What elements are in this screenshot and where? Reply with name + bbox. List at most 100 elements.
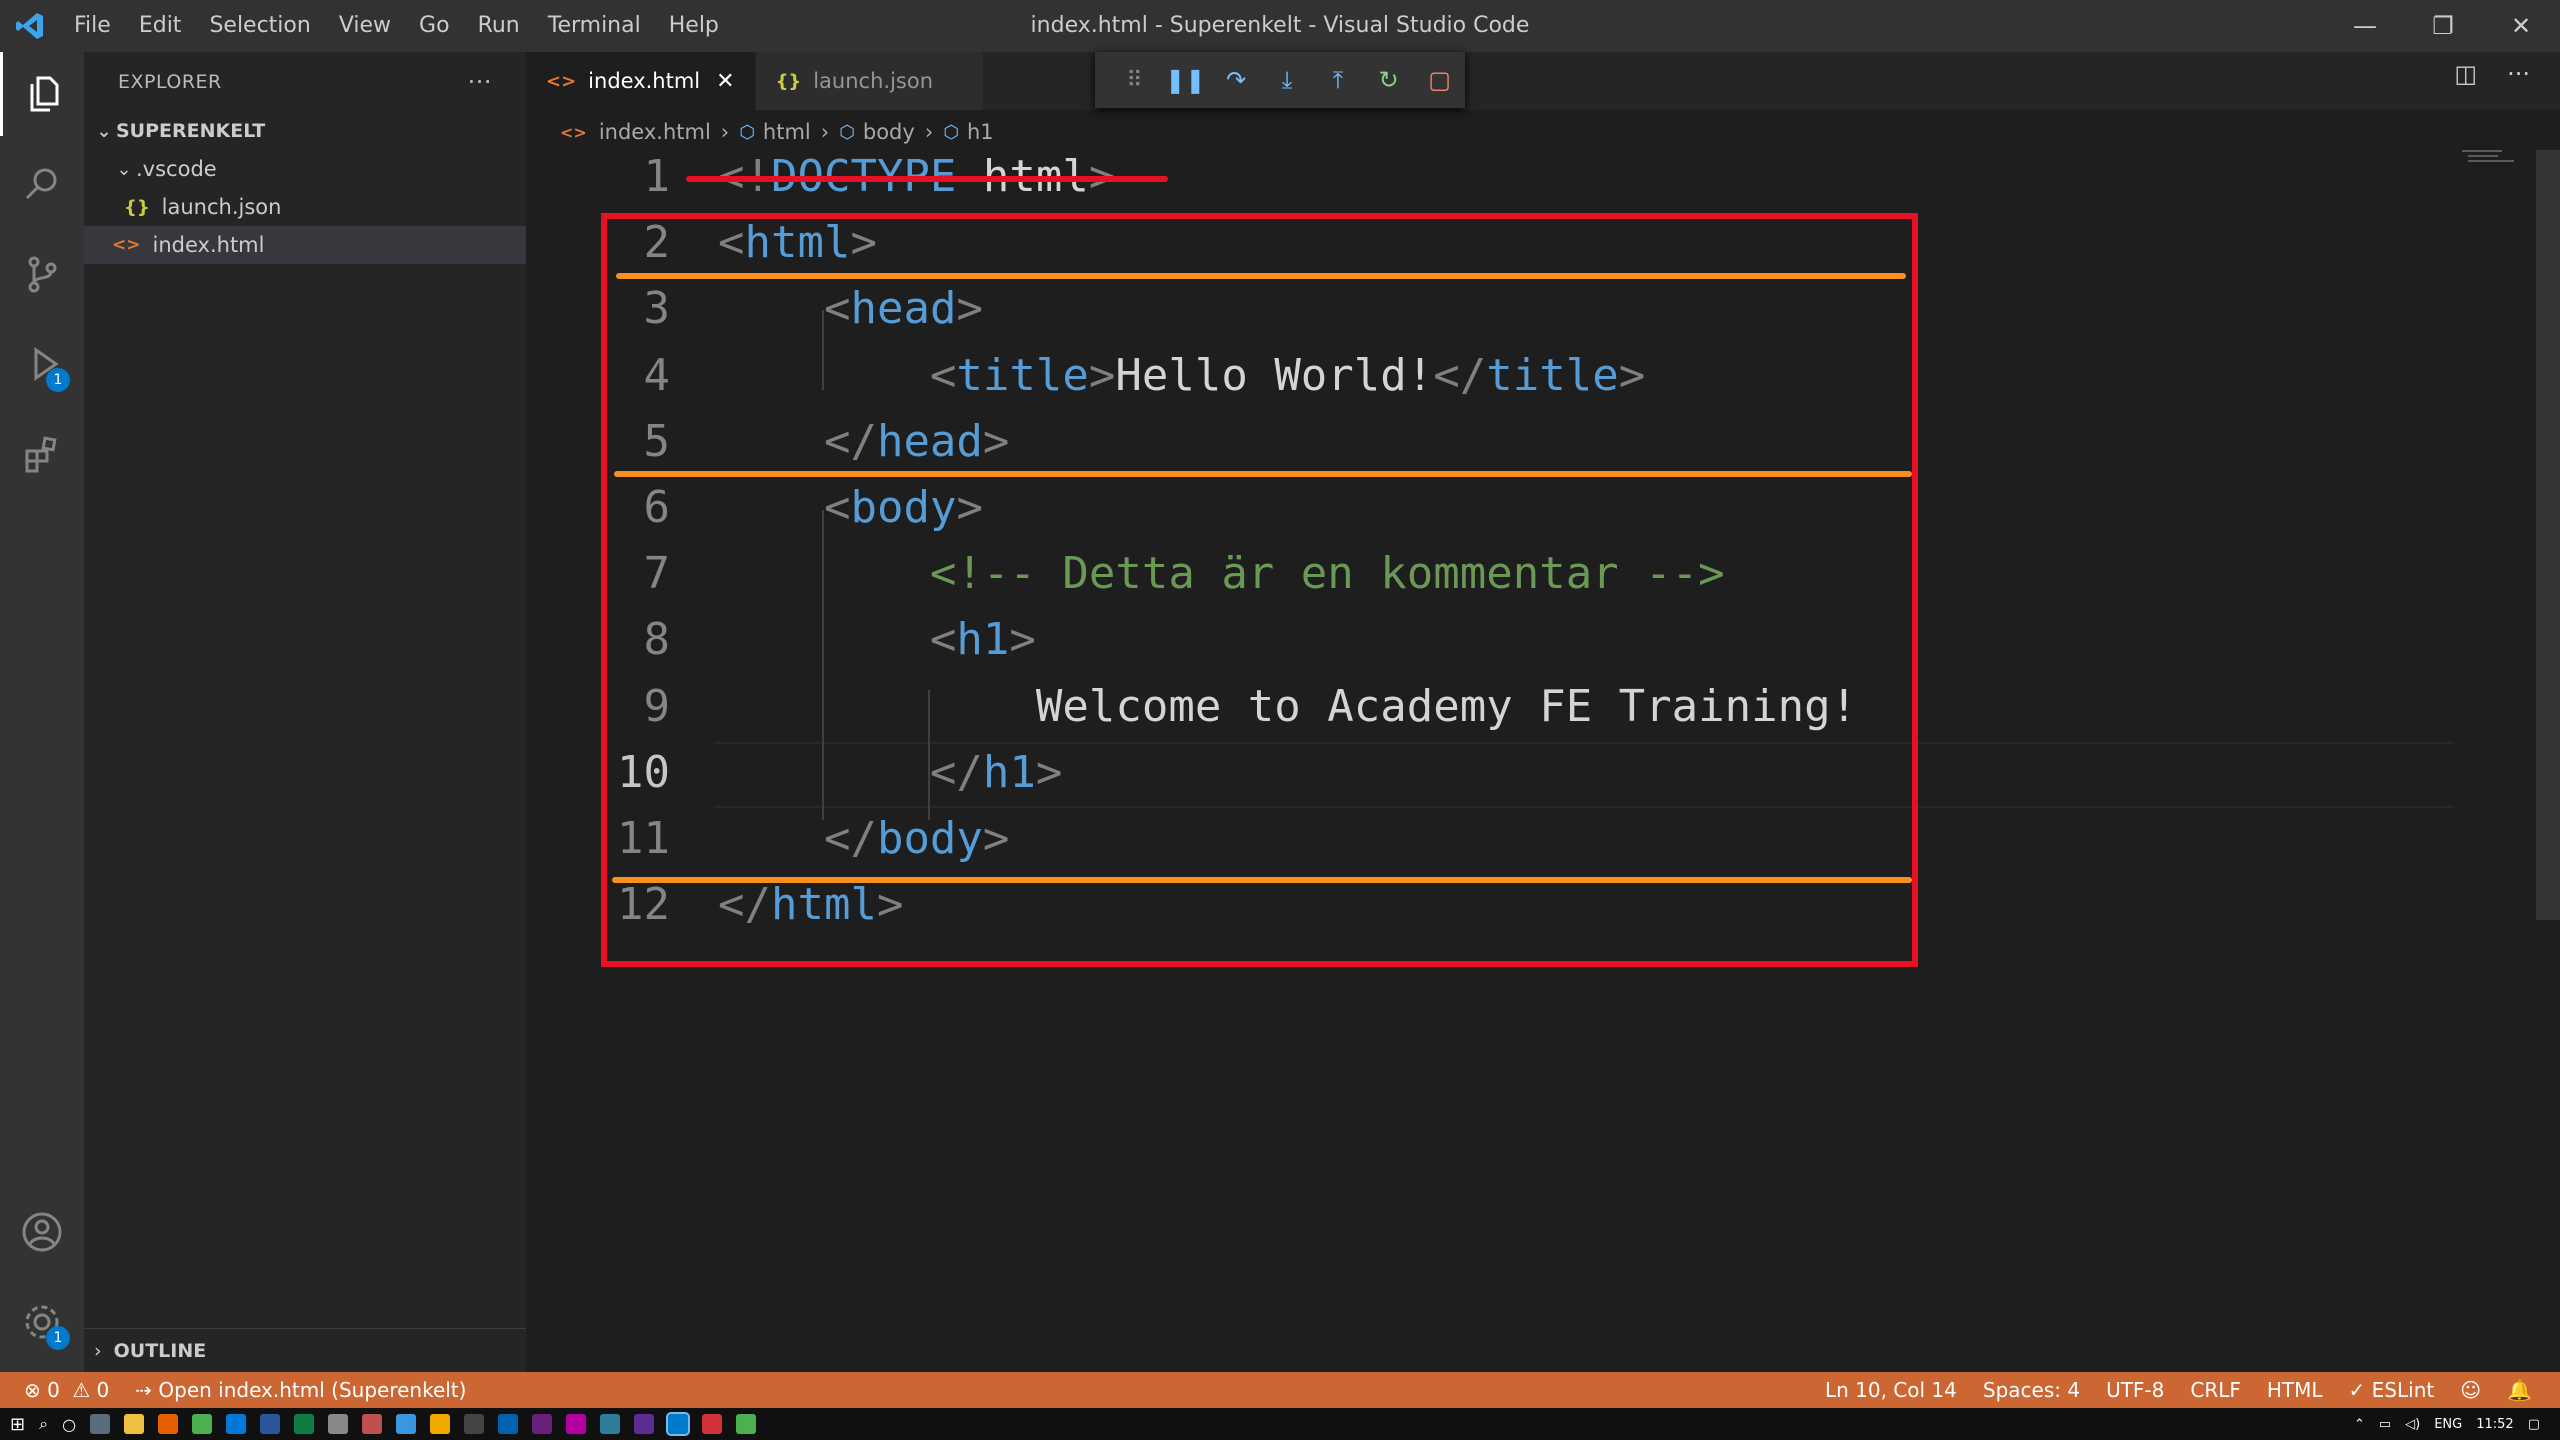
tree-item-index-html[interactable]: <> index.html [84, 226, 526, 264]
chevron-down-icon: ⌄ [96, 120, 112, 142]
drag-handle-icon[interactable]: ⠿ [1109, 68, 1160, 93]
tab-index-html[interactable]: <> index.html ✕ [526, 52, 756, 110]
open-file-status[interactable]: ⇢ Open index.html (Superenkelt) [135, 1378, 466, 1402]
extensions-icon[interactable] [0, 412, 84, 496]
app-icon[interactable] [396, 1414, 417, 1434]
app-icon[interactable] [600, 1414, 621, 1434]
step-into-icon[interactable]: ⤓ [1262, 66, 1313, 94]
tray-chevron-icon[interactable]: ⌃ [2354, 1417, 2365, 1432]
problems-indicator[interactable]: ⊗ 0 ⚠ 0 [24, 1378, 109, 1402]
line-ending[interactable]: CRLF [2190, 1378, 2241, 1402]
restart-icon[interactable]: ↻ [1363, 66, 1414, 94]
app-icon[interactable] [566, 1414, 587, 1434]
action-center-icon[interactable]: ▢ [2528, 1417, 2540, 1432]
chrome-icon[interactable] [192, 1414, 213, 1434]
breadcrumb-file[interactable]: index.html [599, 120, 711, 144]
app-icon[interactable] [294, 1414, 315, 1434]
visual-studio-icon[interactable] [532, 1414, 553, 1434]
workspace-folder-label: SUPERENKELT [116, 120, 266, 142]
menu-edit[interactable]: Edit [125, 0, 196, 52]
more-actions-icon[interactable]: ··· [468, 68, 492, 96]
title-bar: File Edit Selection View Go Run Terminal… [0, 0, 2560, 52]
app-icon[interactable] [260, 1414, 281, 1434]
menu-terminal[interactable]: Terminal [534, 0, 655, 52]
clock[interactable]: 11:52 [2476, 1417, 2513, 1432]
restore-icon[interactable]: ❐ [2404, 0, 2482, 52]
task-view-icon[interactable] [90, 1414, 111, 1434]
app-icon[interactable] [328, 1414, 349, 1434]
breadcrumb-body[interactable]: body [863, 120, 915, 144]
outline-title: OUTLINE [113, 1339, 207, 1362]
windows-taskbar: ⊞ ⌕ ○ ⌃ ▭ ◁) ENG 11:52 ▢ [0, 1408, 2560, 1440]
menu-go[interactable]: Go [405, 0, 464, 52]
file-explorer-icon[interactable] [124, 1414, 145, 1434]
menu-view[interactable]: View [325, 0, 405, 52]
minimize-icon[interactable]: — [2326, 0, 2404, 52]
vertical-scrollbar[interactable] [2536, 150, 2560, 920]
chevron-right-icon: › [94, 1339, 102, 1362]
volume-icon[interactable]: ◁) [2405, 1417, 2420, 1432]
breadcrumb-h1[interactable]: h1 [967, 120, 994, 144]
menu-help[interactable]: Help [655, 0, 733, 52]
divider-annotation [612, 877, 1912, 883]
close-tab-icon[interactable]: ✕ [716, 69, 734, 94]
account-icon[interactable] [0, 1190, 84, 1274]
debug-toolbar: ⠿ ❚❚ ↷ ⤓ ⤒ ↻ ▢ [1095, 52, 1465, 108]
language-mode[interactable]: HTML [2267, 1378, 2323, 1402]
element-icon: ⬡ [839, 121, 855, 143]
minimap[interactable] [2462, 150, 2522, 170]
menu-run[interactable]: Run [464, 0, 534, 52]
vscode-taskbar-icon[interactable] [666, 1412, 691, 1436]
app-icon[interactable] [362, 1414, 383, 1434]
app-icon[interactable] [430, 1414, 451, 1434]
outline-section[interactable]: › OUTLINE [84, 1328, 526, 1372]
terminal-icon[interactable] [464, 1414, 485, 1434]
menu-bar: File Edit Selection View Go Run Terminal… [60, 0, 733, 52]
edge-icon[interactable] [226, 1414, 247, 1434]
windows-start-icon[interactable]: ⊞ [10, 1414, 25, 1435]
run-debug-icon[interactable]: 1 [0, 322, 84, 406]
app-icon[interactable] [498, 1414, 519, 1434]
json-file-icon: {} [124, 196, 150, 218]
settings-gear-icon[interactable]: 1 [0, 1280, 84, 1364]
step-out-icon[interactable]: ⤒ [1312, 66, 1363, 94]
app-icon[interactable] [634, 1414, 655, 1434]
html-file-icon: <> [560, 122, 587, 142]
more-actions-icon[interactable]: ··· [2507, 60, 2530, 88]
input-language[interactable]: ENG [2434, 1417, 2462, 1432]
cursor-position[interactable]: Ln 10, Col 14 [1825, 1378, 1957, 1402]
tree-item-vscode[interactable]: ⌄ .vscode [84, 150, 526, 188]
eslint-status[interactable]: ✓ ESLint [2349, 1378, 2435, 1402]
divider-annotation [616, 273, 1906, 279]
tab-launch-json[interactable]: {} launch.json [755, 52, 985, 110]
explorer-sidebar: EXPLORER ··· ⌄ SUPERENKELT ⌄ .vscode {} … [84, 52, 526, 1372]
explorer-icon[interactable] [0, 52, 84, 136]
split-editor-icon[interactable]: ◫ [2454, 60, 2477, 88]
workspace-folder[interactable]: ⌄ SUPERENKELT [84, 112, 526, 150]
check-icon: ✓ [2348, 1378, 2366, 1402]
pause-icon[interactable]: ❚❚ [1160, 66, 1211, 94]
explorer-header: EXPLORER ··· [84, 52, 526, 112]
chevron-right-icon: › [924, 120, 934, 144]
encoding[interactable]: UTF-8 [2106, 1378, 2164, 1402]
source-control-icon[interactable] [0, 232, 84, 316]
warning-count: 0 [96, 1378, 110, 1402]
notifications-icon[interactable]: 🔔 [2507, 1378, 2532, 1402]
menu-file[interactable]: File [60, 0, 125, 52]
chevron-down-icon: ⌄ [116, 158, 132, 180]
breadcrumb-html[interactable]: html [763, 120, 811, 144]
app-icon[interactable] [702, 1414, 723, 1434]
search-icon[interactable] [0, 142, 84, 226]
menu-selection[interactable]: Selection [195, 0, 324, 52]
stop-icon[interactable]: ▢ [1414, 66, 1465, 94]
network-icon[interactable]: ▭ [2379, 1417, 2391, 1432]
taskbar-search-icon[interactable]: ⌕ [39, 1414, 48, 1434]
firefox-icon[interactable] [158, 1414, 179, 1434]
tree-item-launch-json[interactable]: {} launch.json [84, 188, 526, 226]
step-over-icon[interactable]: ↷ [1211, 66, 1262, 94]
feedback-icon[interactable]: ☺ [2460, 1378, 2481, 1402]
close-window-icon[interactable]: ✕ [2482, 0, 2560, 52]
chrome-icon[interactable] [736, 1414, 757, 1434]
cortana-icon[interactable]: ○ [62, 1415, 76, 1434]
indentation[interactable]: Spaces: 4 [1983, 1378, 2080, 1402]
